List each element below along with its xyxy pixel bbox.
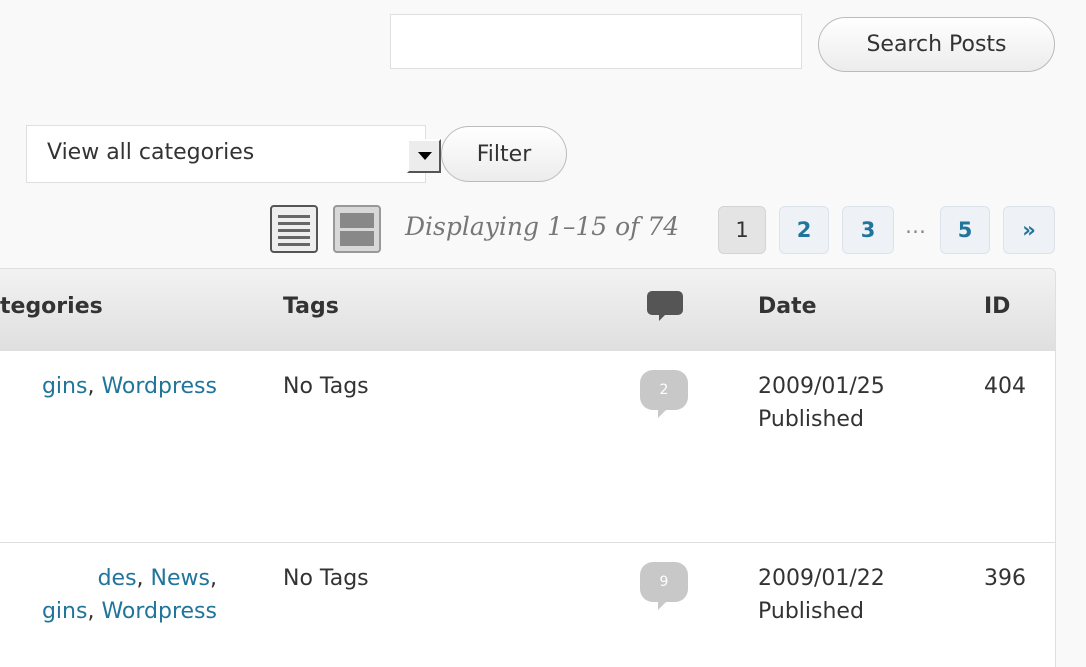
row-id: 396 — [984, 566, 1026, 591]
category-link[interactable]: News — [151, 566, 210, 591]
page-5-link[interactable]: 5 — [940, 206, 990, 254]
displaying-count: Displaying 1–15 of 74 — [405, 212, 680, 241]
category-select-value: View all categories — [47, 140, 255, 165]
row-date: 2009/01/25 — [758, 374, 885, 399]
filter-button[interactable]: Filter — [441, 126, 567, 182]
row-categories: gins, Wordpress — [41, 374, 217, 399]
next-page-link[interactable]: » — [1003, 206, 1055, 254]
column-header-date[interactable]: Date — [758, 294, 817, 319]
excerpt-view-icon[interactable] — [333, 205, 381, 253]
row-tags: No Tags — [283, 566, 369, 591]
comment-count-bubble[interactable]: 9 — [640, 562, 688, 610]
category-link[interactable]: Wordpress — [101, 374, 217, 399]
column-header-tags: Tags — [283, 294, 339, 319]
row-id: 404 — [984, 374, 1026, 399]
row-tags: No Tags — [283, 374, 369, 399]
category-link[interactable]: gins — [42, 374, 87, 399]
page-3-link[interactable]: 3 — [842, 206, 894, 254]
search-input[interactable] — [390, 14, 802, 69]
row-categories: gins, Wordpress — [41, 599, 217, 624]
pagination-ellipsis: … — [905, 214, 926, 238]
dropdown-arrow-icon[interactable] — [407, 139, 441, 173]
category-link[interactable]: des — [98, 566, 137, 591]
category-link[interactable]: Wordpress — [101, 599, 217, 624]
row-categories: des, News, — [97, 566, 217, 591]
row-status: Published — [758, 599, 864, 624]
row-date: 2009/01/22 — [758, 566, 885, 591]
page-2-link[interactable]: 2 — [779, 206, 829, 254]
column-header-id[interactable]: ID — [984, 294, 1010, 319]
category-select[interactable]: View all categories — [26, 125, 441, 183]
page-1-current: 1 — [718, 206, 766, 254]
row-status: Published — [758, 407, 864, 432]
category-link[interactable]: gins — [42, 599, 87, 624]
comments-header-icon — [647, 291, 683, 321]
list-view-icon[interactable] — [270, 205, 318, 253]
posts-table-header — [0, 268, 1056, 351]
search-posts-button[interactable]: Search Posts — [818, 17, 1055, 72]
column-header-categories: tegories — [0, 294, 103, 319]
comment-count-bubble[interactable]: 2 — [640, 370, 688, 418]
